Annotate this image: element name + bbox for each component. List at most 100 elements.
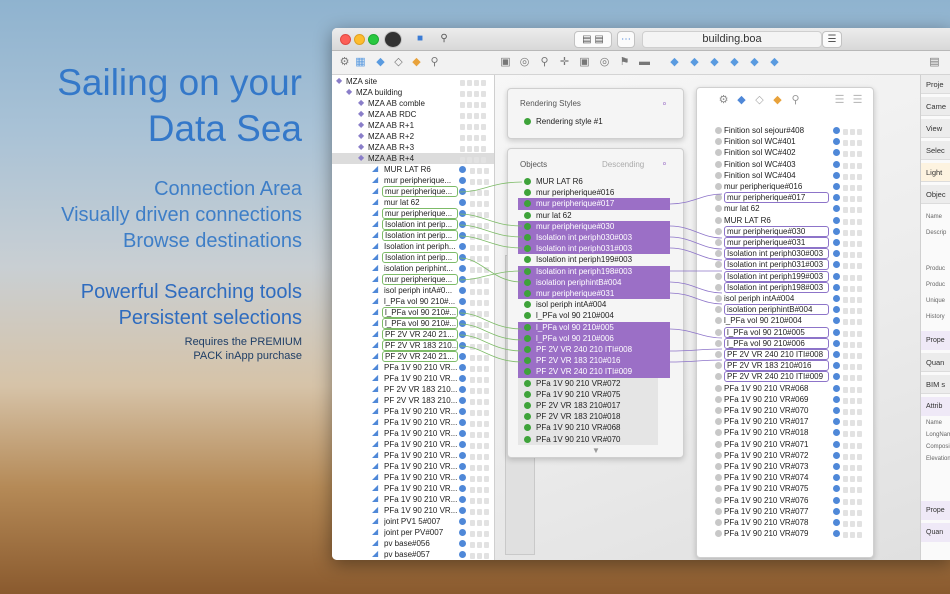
tree-item-linked[interactable]: ◢ mur peripherique... [332,186,494,197]
search-icon[interactable]: ⚲ [436,31,452,48]
orange-cube-icon[interactable]: ◆ [771,94,784,107]
object-item[interactable]: PF 2V VR 240 210 ITI#008 [518,344,670,356]
camera-icon[interactable]: ▣ [499,56,512,69]
tree-item[interactable]: ◢ joint per PV#007 [332,527,494,538]
destination-item[interactable]: Isolation int periph030#003 [697,248,873,260]
close-button[interactable] [340,34,351,45]
minimize-button[interactable] [354,34,365,45]
tree-item[interactable]: ◢ PFa 1V 90 210 VR... [332,450,494,461]
object-item[interactable]: isolation periphintB#004 [518,276,670,288]
tree-item[interactable]: ◢ PFa 1V 90 210 VR... [332,439,494,450]
tree-item[interactable]: ◢ PFa 1V 90 210 VR... [332,461,494,472]
destination-item[interactable]: PFa 1V 90 210 VR#078 [697,517,873,528]
sidebar-toggle-icon[interactable]: ▤ [928,56,941,69]
tree-item-linked[interactable]: ◢ l_PFa vol 90 210#... [332,307,494,318]
list-icon[interactable]: ☰ [822,31,842,48]
object-item[interactable]: l_PFa vol 90 210#005 [518,321,670,333]
tree-item[interactable]: ◆ MZA site [332,76,494,87]
tree-item[interactable]: ◢ PFa 1V 90 210 VR... [332,362,494,373]
tree-item[interactable]: ◢ PFa 1V 90 210 VR... [332,417,494,428]
fit-icon[interactable]: ▣ [578,56,591,69]
inspector-project[interactable]: Proje [921,75,950,94]
grid-icon[interactable]: ▦ [354,56,367,69]
tree-item-linked[interactable]: ◢ Isolation int perip... [332,230,494,241]
inspector-selection[interactable]: Selec [921,141,950,160]
inspector-bim[interactable]: BIM s [921,375,950,394]
connect-icon[interactable]: ∘ [658,97,671,110]
tree-item-linked[interactable]: ◢ l_PFa vol 90 210#... [332,318,494,329]
cube-outline-icon[interactable]: ◇ [392,56,405,69]
view-cube-2-icon[interactable]: ◆ [688,56,701,69]
inspector-quantities[interactable]: Quan [921,353,950,372]
tree-item-linked[interactable]: ◢ Isolation int perip... [332,252,494,263]
object-item[interactable]: MUR LAT R6 [518,176,658,187]
tree-item[interactable]: ◆ MZA AB R+1 [332,120,494,131]
tree-item-linked[interactable]: ◢ mur peripherique... [332,208,494,219]
object-item[interactable]: Isolation int periph198#003 [518,265,670,277]
destination-item[interactable]: PFa 1V 90 210 VR#017 [697,416,873,427]
tree-item[interactable]: ◢ mur lat 62 [332,197,494,208]
object-item[interactable]: mur peripherique#031 [518,288,670,300]
tree-item[interactable]: ◢ l_PFa vol 90 210#... [332,296,494,307]
destination-item[interactable]: PFa 1V 90 210 VR#079 [697,528,873,539]
app-logo-icon[interactable] [384,31,402,48]
tree-item[interactable]: ◢ PFa 1V 90 210 VR... [332,406,494,417]
destination-item[interactable]: Finition sol sejour#408 [697,125,873,136]
destination-item[interactable]: PFa 1V 90 210 VR#018 [697,427,873,438]
gear-icon[interactable]: ⚙ [717,94,730,107]
destination-item[interactable]: PFa 1V 90 210 VR#070 [697,405,873,416]
object-item[interactable]: PF 2V VR 183 210#018 [518,411,658,423]
destination-item[interactable]: mur peripherique#030 [697,225,873,237]
destination-item[interactable]: Isolation int periph198#003 [697,281,873,293]
destination-item[interactable]: PF 2V VR 240 210 ITI#009 [697,371,873,383]
rendering-style-item[interactable]: Rendering style #1 [524,116,674,127]
destination-item[interactable]: isol periph intA#004 [697,293,873,304]
tree-item-linked[interactable]: ◢ mur peripherique... [332,274,494,285]
cube-icon[interactable]: ◆ [374,56,387,69]
zoom-icon[interactable]: ⚲ [538,56,551,69]
cube-outline-icon[interactable]: ◇ [753,94,766,107]
object-item[interactable]: Isolation int periph030#003 [518,232,670,244]
object-item[interactable]: mur lat 62 [518,210,658,221]
sort-order[interactable]: Descending [602,160,644,169]
tree-item[interactable]: ◢ PF 2V VR 183 210... [332,384,494,395]
object-item[interactable]: PF 2V VR 240 210 ITI#009 [518,366,670,378]
view-cube-4-icon[interactable]: ◆ [728,56,741,69]
network-icon[interactable]: ⋯ [617,31,635,48]
destination-item[interactable]: PFa 1V 90 210 VR#076 [697,495,873,506]
tree-item[interactable]: ◢ Isolation int periph... [332,241,494,252]
destination-item[interactable]: Isolation int periph199#003 [697,270,873,282]
destination-item[interactable]: MUR LAT R6 [697,215,873,226]
object-item[interactable]: mur peripherique#016 [518,187,658,198]
destination-item[interactable]: PF 2V VR 240 210 ITI#008 [697,349,873,360]
cube-icon[interactable]: ■ [412,31,428,48]
destination-item[interactable]: PFa 1V 90 210 VR#077 [697,506,873,517]
tree-item[interactable]: ◆ MZA AB R+3 [332,142,494,153]
panels-toggle[interactable]: ▤ ▤ [574,31,612,48]
tree-item[interactable]: ◢ isolation periphint... [332,263,494,274]
inspector-object[interactable]: Objec [921,185,950,204]
inspector-attributes[interactable]: Attrib [921,397,950,416]
destination-item[interactable]: PFa 1V 90 210 VR#071 [697,439,873,450]
destination-item[interactable]: PFa 1V 90 210 VR#069 [697,394,873,405]
destination-item[interactable]: PFa 1V 90 210 VR#074 [697,472,873,483]
object-item[interactable]: PFa 1V 90 210 VR#072 [518,377,658,389]
view-cube-5-icon[interactable]: ◆ [748,56,761,69]
destination-item[interactable]: mur peripherique#031 [697,237,873,248]
zoom-button[interactable] [368,34,379,45]
destination-item[interactable]: PFa 1V 90 210 VR#075 [697,483,873,494]
tree-item[interactable]: ◢ isol periph intA#0... [332,285,494,296]
columns-icon[interactable]: ☰ [851,94,864,107]
object-item[interactable]: mur peripherique#017 [518,198,670,210]
destination-item[interactable]: isolation periphintB#004 [697,304,873,316]
connect-icon[interactable]: ∘ [658,157,671,170]
inspector-quantities-2[interactable]: Quan [921,523,950,542]
view-cube-6-icon[interactable]: ◆ [768,56,781,69]
tree-item[interactable]: ◢ PF 2V VR 183 210... [332,395,494,406]
destination-item[interactable]: Finition sol WC#404 [697,170,873,181]
chevron-down-icon[interactable]: ▼ [592,446,600,455]
destination-item[interactable]: mur lat 62 [697,203,873,214]
inspector-camera[interactable]: Came [921,97,950,116]
flag-icon[interactable]: ⚑ [618,56,631,69]
destination-item[interactable]: l_PFa vol 90 210#004 [697,315,873,326]
